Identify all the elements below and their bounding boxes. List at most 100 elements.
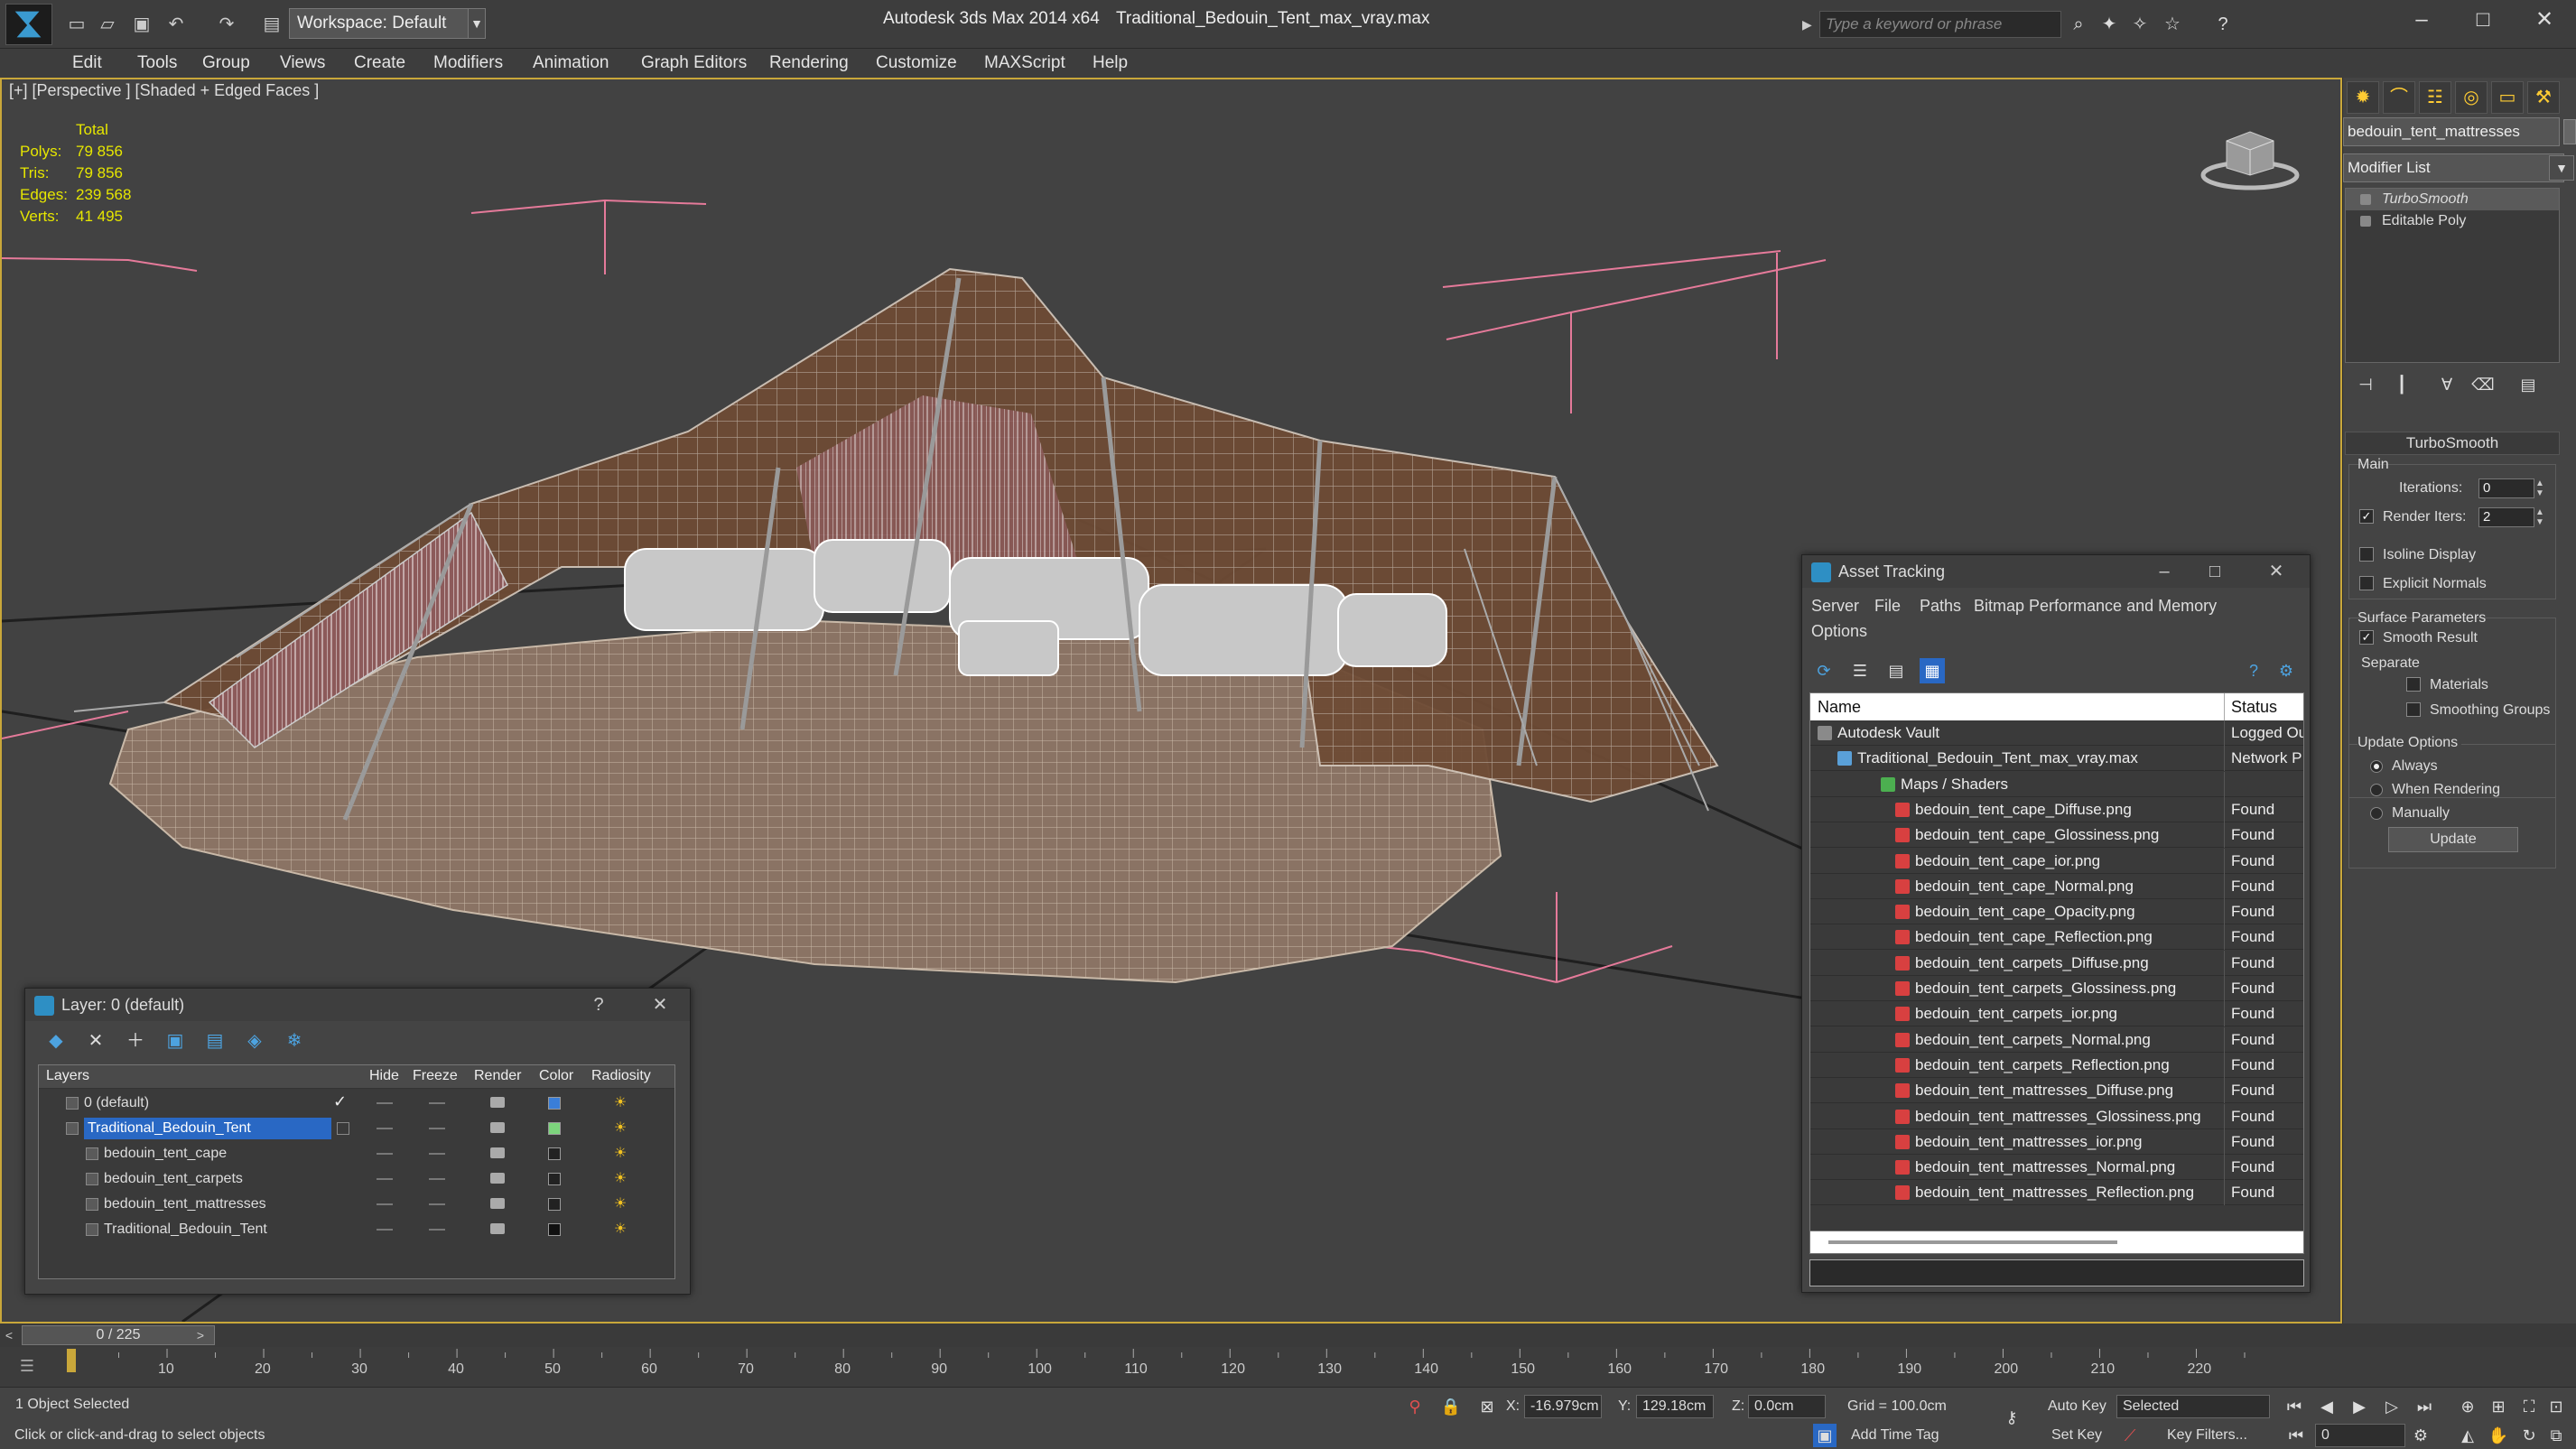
modifier-list-dropdown[interactable]: Modifier List [2343,153,2564,182]
table-view-icon[interactable]: ▦ [1920,658,1945,683]
next-frame-icon[interactable]: ▷ [2380,1395,2404,1418]
render-teapot-icon[interactable] [490,1122,505,1133]
key-mode-toggle-icon[interactable]: ⏮ [2284,1424,2308,1447]
chevron-right-icon[interactable]: > [191,1325,209,1345]
render-teapot-icon[interactable] [490,1097,505,1108]
project-folder-icon[interactable]: ▤ [260,13,284,36]
auto-key-button[interactable]: Auto Key [2048,1398,2106,1415]
chevron-left-icon[interactable]: < [0,1325,18,1345]
radiosity-icon[interactable]: ☀ [611,1170,629,1188]
search-expand-icon[interactable]: ▶ [1802,11,1818,38]
hierarchy-tab-icon[interactable]: ☷ [2419,81,2451,114]
layer-row[interactable]: Traditional_Bedouin_Tent ☀ [39,1217,674,1242]
orbit-icon[interactable]: ↻ [2517,1424,2541,1447]
col-freeze[interactable]: Freeze [413,1068,458,1084]
current-frame-field[interactable]: 0 [2315,1424,2405,1447]
menu-modifiers[interactable]: Modifiers [433,53,503,73]
radiosity-icon[interactable]: ☀ [611,1145,629,1163]
asset-row[interactable]: bedouin_tent_mattresses_Reflection.png Fo… [1810,1180,2303,1206]
hide-toggle[interactable] [377,1153,393,1155]
add-to-layer-icon[interactable]: ＋ [123,1028,148,1054]
layer-row[interactable]: 0 (default) ✓ ☀ [39,1091,674,1116]
iterations-spinner[interactable]: 0 [2478,478,2534,498]
col-render[interactable]: Render [474,1068,521,1084]
refresh-icon[interactable]: ⟳ [1811,658,1837,683]
time-tag-icon[interactable]: ▣ [1813,1424,1837,1447]
app-logo-icon[interactable] [5,4,52,45]
rollout-turbosmooth[interactable]: TurboSmooth [2345,432,2560,455]
asset-path-field[interactable] [1809,1259,2304,1286]
asset-row[interactable]: bedouin_tent_carpets_Normal.png Found [1810,1026,2303,1053]
smoothing-groups-checkbox[interactable] [2406,702,2421,717]
modify-tab-icon[interactable]: ⌒ [2383,81,2415,114]
display-tab-icon[interactable]: ▭ [2491,81,2524,114]
show-end-result-icon[interactable]: ┃ [2388,372,2415,397]
render-teapot-icon[interactable] [490,1223,505,1234]
create-layer-icon[interactable]: ◆ [43,1028,69,1054]
go-to-end-icon[interactable]: ⏭ [2413,1395,2436,1418]
asset-row[interactable]: Maps / Shaders [1810,771,2303,797]
radiosity-icon[interactable]: ☀ [611,1094,629,1112]
hide-all-layers-icon[interactable]: ◈ [242,1028,267,1054]
asset-menu-options[interactable]: Options [1811,622,1867,641]
asset-row[interactable]: bedouin_tent_mattresses_Diffuse.png Found [1810,1078,2303,1104]
help-icon[interactable]: ? [2241,658,2266,683]
help-icon[interactable]: ? [2210,12,2236,37]
col-color[interactable]: Color [539,1068,573,1084]
detail-view-icon[interactable]: ▤ [1883,658,1909,683]
hide-toggle[interactable] [377,1203,393,1205]
asset-row[interactable]: bedouin_tent_cape_Diffuse.png Found [1810,796,2303,822]
stack-item-editable-poly[interactable]: Editable Poly [2346,210,2559,232]
radiosity-icon[interactable]: ☀ [611,1119,629,1138]
hide-toggle[interactable] [377,1229,393,1231]
list-view-icon[interactable]: ☰ [1847,658,1873,683]
layer-row[interactable]: bedouin_tent_cape ☀ [39,1141,674,1166]
menu-group[interactable]: Group [202,53,250,73]
object-color-swatch[interactable] [2563,119,2576,144]
asset-row[interactable]: bedouin_tent_carpets_Diffuse.png Found [1810,950,2303,976]
asset-row[interactable]: Traditional_Bedouin_Tent_max_vray.max Net… [1810,746,2303,772]
asset-row[interactable]: bedouin_tent_mattresses_Normal.png Found [1810,1155,2303,1181]
viewport-label[interactable]: [+] [Perspective ] [Shaded + Edged Faces… [9,81,319,100]
asset-menu-paths[interactable]: Paths [1920,597,1961,616]
close-icon[interactable]: ✕ [645,992,675,1017]
create-tab-icon[interactable]: ✹ [2347,81,2379,114]
zoom-icon[interactable]: ⊕ [2456,1395,2479,1418]
pan-hand-icon[interactable]: ✋ [2487,1424,2510,1447]
col-radiosity[interactable]: Radiosity [591,1068,651,1084]
freeze-toggle[interactable] [429,1153,445,1155]
asset-row[interactable]: bedouin_tent_cape_Reflection.png Found [1810,924,2303,951]
col-status[interactable]: Status [2231,698,2277,717]
chevron-down-icon[interactable]: ▼ [2549,155,2574,181]
asset-row[interactable]: bedouin_tent_carpets_Glossiness.png Found [1810,976,2303,1001]
freeze-toggle[interactable] [429,1229,445,1231]
isoline-checkbox[interactable] [2359,547,2374,562]
explicit-normals-checkbox[interactable] [2359,576,2374,590]
when-rendering-radio[interactable] [2370,784,2383,796]
x-coordinate-field[interactable]: -16.979cm [1524,1395,1602,1418]
materials-checkbox[interactable] [2406,677,2421,692]
time-slider-thumb[interactable]: 0 / 225 [22,1325,215,1345]
asset-row[interactable]: bedouin_tent_cape_Glossiness.png Found [1810,822,2303,849]
configure-sets-icon[interactable]: ▤ [2515,372,2542,397]
help-icon[interactable]: ? [583,992,614,1017]
viewcube-icon[interactable] [2196,116,2304,197]
close-icon[interactable]: ✕ [2516,0,2573,42]
col-hide[interactable]: Hide [369,1068,399,1084]
asset-menu-file[interactable]: File [1874,597,1901,616]
go-to-start-icon[interactable]: ⏮ [2283,1395,2306,1418]
maximize-icon[interactable]: □ [2199,559,2230,584]
delete-layer-icon[interactable]: ✕ [83,1028,108,1054]
asset-menu-server[interactable]: Server [1811,597,1859,616]
make-unique-icon[interactable]: ∀ [2433,372,2460,397]
hide-toggle[interactable] [377,1178,393,1180]
menu-help[interactable]: Help [1093,53,1128,73]
key-icon[interactable]: ⚷ [1995,1406,2028,1429]
motion-tab-icon[interactable]: ◎ [2455,81,2488,114]
communication-icon[interactable]: ✧ [2127,12,2153,37]
layer-color-swatch[interactable] [548,1122,561,1135]
freeze-all-layers-icon[interactable]: ❄ [282,1028,307,1054]
zoom-all-icon[interactable]: ⊞ [2487,1395,2510,1418]
freeze-toggle[interactable] [429,1128,445,1129]
highlight-layer-icon[interactable]: ▤ [202,1028,228,1054]
